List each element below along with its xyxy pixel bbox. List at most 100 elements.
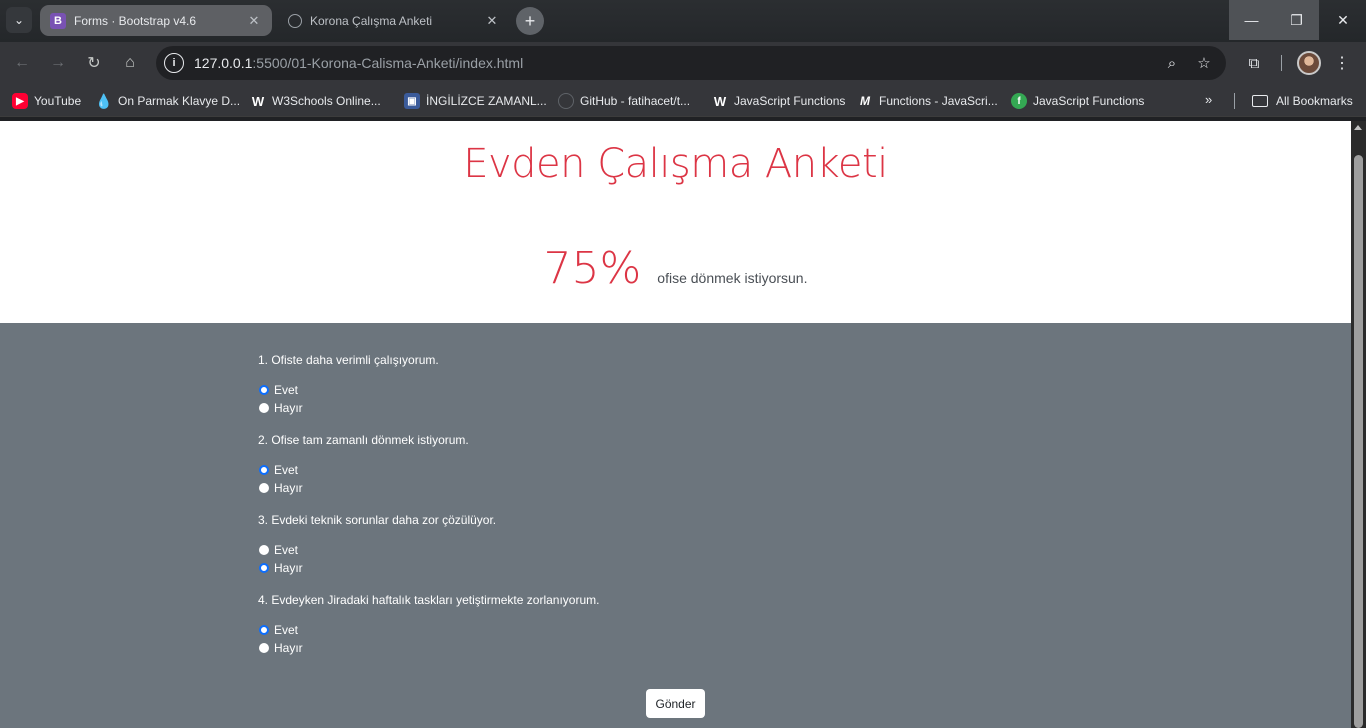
radio-button[interactable] <box>259 483 269 493</box>
profile-avatar[interactable] <box>1297 51 1321 75</box>
radio-button[interactable] <box>259 563 269 573</box>
bookmark-label: W3Schools Online... <box>272 94 381 108</box>
option-label: Hayır <box>274 561 303 575</box>
option-label: Hayır <box>274 641 303 655</box>
extensions-puzzle-icon[interactable]: ⧉ <box>1243 52 1265 74</box>
result-text: ofise dönmek istiyorsun. <box>657 270 808 286</box>
more-bookmarks-chevron-icon[interactable]: » <box>1205 92 1212 107</box>
all-bookmarks-label: All Bookmarks <box>1276 94 1353 108</box>
tab-title: Korona Çalışma Anketi <box>310 13 433 28</box>
back-arrow-icon[interactable]: ← <box>10 51 34 75</box>
option-evet[interactable]: Evet <box>258 621 1093 639</box>
radio-button[interactable] <box>259 625 269 635</box>
url-text[interactable]: 127.0.0.1:5500/01-Korona-Calisma-Anketi/… <box>194 55 523 71</box>
all-bookmarks-button[interactable]: All Bookmarks <box>1252 92 1353 110</box>
page-title: Evden Çalışma Anketi <box>463 141 888 187</box>
browser-titlebar: ⌄ B Forms · Bootstrap v4.6 ✕ Korona Çalı… <box>0 0 1366 42</box>
folder-icon <box>1252 95 1268 107</box>
bookmark-label: JavaScript Functions <box>734 94 846 108</box>
question-list: 1. Ofiste daha verimli çalışıyorum. Evet… <box>258 351 1093 671</box>
scroll-thumb[interactable] <box>1354 155 1363 728</box>
option-hayir[interactable]: Hayır <box>258 399 1093 417</box>
page-scrollbar[interactable] <box>1351 121 1366 728</box>
mdn-icon: M <box>860 94 870 108</box>
option-label: Evet <box>274 623 299 637</box>
question-text: 4. Evdeyken Jiradaki haftalık taskları y… <box>258 593 600 607</box>
bookmark-star-icon[interactable]: ☆ <box>1194 53 1214 73</box>
bookmarks-divider <box>1234 93 1235 109</box>
toolbar-divider <box>1281 55 1282 71</box>
js-icon: f <box>1011 93 1027 109</box>
tab-bootstrap-forms[interactable]: B Forms · Bootstrap v4.6 ✕ <box>40 5 272 36</box>
option-hayir[interactable]: Hayır <box>258 639 1093 657</box>
question-text: 3. Evdeki teknik sorunlar daha zor çözül… <box>258 513 497 527</box>
address-bar[interactable]: i 127.0.0.1:5500/01-Korona-Calisma-Anket… <box>156 46 1226 80</box>
option-evet[interactable]: Evet <box>258 461 1093 479</box>
bookmark-label: İNGİLİZCE ZAMANL... <box>426 94 547 108</box>
scroll-up-arrow-icon[interactable] <box>1354 125 1362 130</box>
youtube-icon: ▶ <box>12 93 28 109</box>
site-info-icon[interactable]: i <box>164 53 184 73</box>
zoom-icon[interactable]: ⌕ <box>1162 53 1182 73</box>
w3schools-icon: W <box>713 93 727 109</box>
bookmark-mdn-functions[interactable]: M Functions - JavaScri... <box>857 92 998 110</box>
question-2: 2. Ofise tam zamanlı dönmek istiyorum. E… <box>258 431 1093 497</box>
new-tab-button[interactable]: + <box>516 7 544 35</box>
bookmark-github[interactable]: GitHub - fatihacet/t... <box>558 92 690 110</box>
question-text: 1. Ofiste daha verimli çalışıyorum. <box>258 353 439 367</box>
home-icon[interactable]: ⌂ <box>118 51 142 75</box>
question-text: 2. Ofise tam zamanlı dönmek istiyorum. <box>258 433 469 447</box>
radio-button[interactable] <box>259 545 269 555</box>
reload-icon[interactable]: ↻ <box>82 51 106 75</box>
drop-icon: 💧 <box>95 92 113 109</box>
option-label: Hayır <box>274 401 303 415</box>
option-evet[interactable]: Evet <box>258 541 1093 559</box>
bookmarks-bar: ▶ YouTube 💧 On Parmak Klavye D... W W3Sc… <box>0 84 1366 117</box>
globe-icon <box>288 13 302 28</box>
forward-arrow-icon[interactable]: → <box>46 51 70 75</box>
option-label: Hayır <box>274 481 303 495</box>
question-4: 4. Evdeyken Jiradaki haftalık taskları y… <box>258 591 1093 657</box>
bookmark-label: GitHub - fatihacet/t... <box>580 94 691 108</box>
submit-button[interactable]: Gönder <box>646 689 705 718</box>
close-icon[interactable]: ✕ <box>246 13 262 29</box>
url-host: 127.0.0.1 <box>194 55 253 71</box>
page-viewport: Evden Çalışma Anketi 75% ofise dönmek is… <box>0 121 1351 728</box>
bookmark-label: JavaScript Functions <box>1033 94 1145 108</box>
option-label: Evet <box>274 383 299 397</box>
bookmark-label: On Parmak Klavye D... <box>118 94 241 108</box>
bookmark-youtube[interactable]: ▶ YouTube <box>12 92 81 110</box>
survey-form: 1. Ofiste daha verimli çalışıyorum. Evet… <box>0 323 1351 728</box>
minimize-button[interactable]: — <box>1229 0 1274 40</box>
bookmark-js-functions[interactable]: f JavaScript Functions <box>1011 92 1144 110</box>
bootstrap-icon: B <box>50 12 66 29</box>
hero-section: Evden Çalışma Anketi 75% ofise dönmek is… <box>0 121 1351 323</box>
url-path: :5500/01-Korona-Calisma-Anketi/index.htm… <box>252 55 524 71</box>
radio-button[interactable] <box>259 403 269 413</box>
option-hayir[interactable]: Hayır <box>258 559 1093 577</box>
bookmark-label: YouTube <box>34 94 82 108</box>
bookmark-ingilizce[interactable]: ▣ İNGİLİZCE ZAMANL... <box>404 92 547 110</box>
tab-korona-anketi[interactable]: Korona Çalışma Anketi ✕ <box>278 5 510 36</box>
tab-search-chevron-icon[interactable]: ⌄ <box>6 7 32 33</box>
bookmark-on-parmak[interactable]: 💧 On Parmak Klavye D... <box>95 92 241 110</box>
kebab-menu-icon[interactable]: ⋮ <box>1334 51 1350 75</box>
w3schools-icon: W <box>251 93 265 109</box>
tab-title: Forms · Bootstrap v4.6 <box>74 13 197 28</box>
restore-button[interactable]: ❐ <box>1274 0 1319 40</box>
radio-button[interactable] <box>259 385 269 395</box>
result-summary: 75% ofise dönmek istiyorsun. <box>0 243 1351 294</box>
window-close-button[interactable]: ✕ <box>1320 0 1366 40</box>
radio-button[interactable] <box>259 643 269 653</box>
close-icon[interactable]: ✕ <box>484 13 500 29</box>
option-evet[interactable]: Evet <box>258 381 1093 399</box>
result-percent: 75% <box>543 243 642 294</box>
option-hayir[interactable]: Hayır <box>258 479 1093 497</box>
bookmark-w3schools[interactable]: W W3Schools Online... <box>250 92 381 110</box>
option-label: Evet <box>274 463 299 477</box>
bookmark-js-functions-w3[interactable]: W JavaScript Functions <box>712 92 846 110</box>
browser-toolbar: ← → ↻ ⌂ i 127.0.0.1:5500/01-Korona-Calis… <box>0 42 1366 84</box>
question-3: 3. Evdeki teknik sorunlar daha zor çözül… <box>258 511 1093 577</box>
bookmark-label: Functions - JavaScri... <box>879 94 998 108</box>
radio-button[interactable] <box>259 465 269 475</box>
